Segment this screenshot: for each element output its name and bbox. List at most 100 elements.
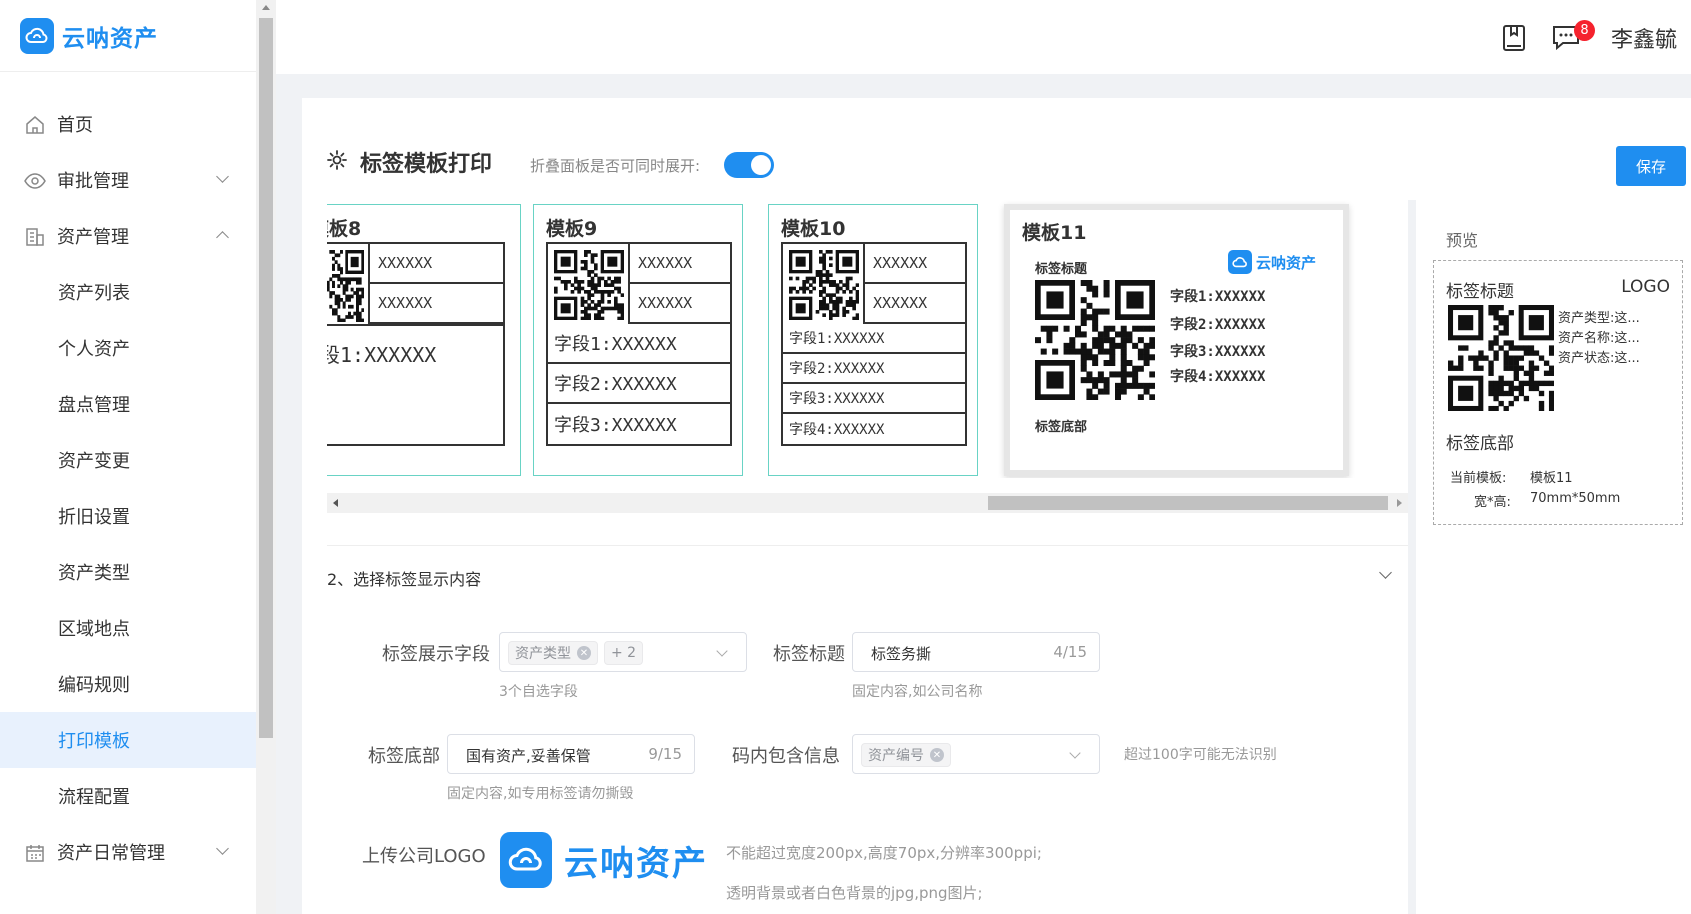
fold-label: 折叠面板是否可同时展开:: [530, 157, 701, 175]
chevron-up-icon: [216, 231, 229, 244]
preview-line: 资产名称:这...: [1558, 331, 1640, 346]
qr-info-select[interactable]: 资产编号 ✕: [852, 734, 1100, 774]
preview-logo: LOGO: [1621, 277, 1670, 297]
template-field: 字段1:XXXXXX: [327, 342, 437, 367]
preview-line: 资产状态:这...: [1558, 351, 1640, 366]
preview-line: 资产类型:这...: [1558, 311, 1640, 326]
section2-title[interactable]: 2、选择标签显示内容: [327, 566, 481, 590]
display-fields-select[interactable]: 资产类型 ✕ + 2: [499, 632, 747, 672]
close-icon[interactable]: ✕: [930, 748, 944, 762]
template-horizontal-scrollbar[interactable]: [327, 493, 1408, 513]
close-icon[interactable]: ✕: [577, 646, 591, 660]
page-title: 标签模板打印: [360, 152, 493, 177]
notification-badge: 8: [1574, 20, 1595, 41]
sidebar-item-label: 资产管理: [57, 227, 129, 248]
app-name: 云呐资产: [62, 25, 158, 52]
template-field: 字段3:XXXXXX: [554, 415, 677, 436]
sidebar-subitem-workflow[interactable]: 流程配置: [0, 768, 256, 824]
template-field: 字段3:XXXXXX: [1170, 344, 1266, 360]
display-fields-label: 标签展示字段: [382, 644, 490, 665]
building-icon: [24, 226, 46, 248]
template-label-bottom: 标签底部: [1035, 420, 1088, 435]
sidebar-item-daily-management[interactable]: 资产日常管理: [0, 824, 256, 880]
display-fields-hint: 3个自选字段: [499, 684, 578, 700]
sidebar-subitem-locations[interactable]: 区域地点: [0, 600, 256, 656]
current-template-value: 模板11: [1530, 471, 1573, 486]
cloud-logo-icon: [500, 832, 552, 888]
template-field: 字段1:XXXXXX: [783, 324, 965, 354]
sidebar-subitem-depreciation[interactable]: 折旧设置: [0, 488, 256, 544]
sidebar-subitem-coding-rules[interactable]: 编码规则: [0, 656, 256, 712]
chevron-down-icon: [716, 645, 728, 657]
template-field: 字段2:XXXXXX: [548, 364, 730, 404]
book-icon[interactable]: [1502, 24, 1526, 56]
template-field: 字段4:XXXXXX: [1170, 369, 1266, 385]
label-title-input[interactable]: 标签务撕 4/15: [852, 632, 1100, 672]
user-name[interactable]: 李鑫毓: [1611, 22, 1677, 54]
qr-code: [554, 250, 624, 320]
template-name: 模板10: [781, 218, 846, 240]
sidebar-subitem-print-templates[interactable]: 打印模板: [0, 712, 256, 768]
sidebar-subitem-inventory[interactable]: 盘点管理: [0, 376, 256, 432]
sidebar-item-label: 首页: [57, 115, 93, 136]
sidebar-subitem-asset-change[interactable]: 资产变更: [0, 432, 256, 488]
sidebar-item-label: 审批管理: [57, 171, 129, 192]
sidebar-item-asset-management[interactable]: 资产管理: [0, 208, 256, 264]
field-tag: 资产编号 ✕: [861, 743, 951, 767]
sidebar-subitem-personal-assets[interactable]: 个人资产: [0, 320, 256, 376]
eye-icon: [24, 170, 46, 192]
sidebar-subitem-asset-list[interactable]: 资产列表: [0, 264, 256, 320]
preview-bottom: 标签底部: [1446, 434, 1514, 454]
home-icon: [24, 114, 46, 136]
template-card-10[interactable]: 模板10 XXXXXX XXXXXX 字段1:XXXXXX 字段2:XXXXXX…: [768, 204, 978, 476]
app-logo[interactable]: 云呐资产: [0, 0, 256, 72]
sidebar-item-approval[interactable]: 审批管理: [0, 152, 256, 208]
template-cell: XXXXXX: [370, 244, 503, 284]
top-header: [276, 0, 1691, 74]
cloud-logo-icon: [1228, 250, 1252, 274]
template-card-8[interactable]: 模板8 XXXXXX XXXXXX 字段1:XXXXXX: [327, 204, 521, 476]
label-bottom-input[interactable]: 国有资产,妥善保管 9/15: [447, 734, 695, 774]
template-field: 字段2:XXXXXX: [783, 354, 965, 384]
label-title-hint: 固定内容,如公司名称: [852, 684, 983, 700]
template-field: 字段1:XXXXXX: [1170, 289, 1266, 305]
template-card-9[interactable]: 模板9 XXXXXX XXXXXX 字段1:XXXXXX 字段2:XXXXXX …: [533, 204, 743, 476]
template-logo: 云呐资产: [1228, 250, 1316, 274]
qr-info-hint: 超过100字可能无法识别: [1124, 747, 1277, 763]
template-name: 模板9: [546, 218, 598, 240]
calendar-icon: [24, 842, 46, 864]
accordion-toggle[interactable]: [724, 152, 774, 178]
chevron-down-icon: [1069, 747, 1081, 759]
sidebar-scrollbar[interactable]: [256, 0, 276, 914]
preview-title: 标签标题: [1446, 282, 1514, 302]
template-cell: XXXXXX: [370, 284, 503, 324]
template-name: 模板8: [327, 218, 362, 240]
template-field: 字段2:XXXXXX: [1170, 317, 1266, 333]
template-cell: XXXXXX: [865, 284, 965, 324]
qr-code: [789, 250, 859, 320]
template-card-11-selected[interactable]: 模板11 标签标题 云呐资产 字段1:XXXXXX 字段2:XXXXXX 字段3…: [1004, 204, 1349, 476]
template-strip: 模板8 XXXXXX XXXXXX 字段1:XXXXXX 模板9 XXXXXX …: [327, 200, 1408, 478]
template-field: 字段3:XXXXXX: [783, 384, 965, 414]
logo-upload-preview[interactable]: 云呐资产: [500, 832, 708, 888]
char-count: 4/15: [1053, 643, 1087, 661]
template-field: 字段1:XXXXXX: [548, 324, 730, 364]
logo-upload-label: 上传公司LOGO: [362, 846, 486, 867]
size-value: 70mm*50mm: [1530, 491, 1621, 506]
size-label: 宽*高:: [1474, 495, 1511, 510]
preview-box: 标签标题 LOGO 资产类型:这... 资产名称:这... 资产状态:这... …: [1433, 260, 1683, 525]
template-name: 模板11: [1022, 222, 1087, 244]
sidebar-subitem-asset-types[interactable]: 资产类型: [0, 544, 256, 600]
char-count: 9/15: [648, 745, 682, 763]
current-template-label: 当前模板:: [1450, 471, 1507, 486]
template-cell: XXXXXX: [865, 244, 965, 284]
label-bottom-hint: 固定内容,如专用标签请勿撕毁: [447, 786, 634, 802]
logo-hint-size: 不能超过宽度200px,高度70px,分辨率300ppi;: [726, 844, 1042, 862]
save-button[interactable]: 保存: [1616, 146, 1686, 186]
chevron-down-icon: [216, 170, 229, 183]
sidebar-item-label: 资产日常管理: [57, 843, 165, 864]
gear-icon: [326, 149, 348, 175]
sidebar-item-home[interactable]: 首页: [0, 96, 256, 152]
qr-code: [1448, 305, 1554, 411]
chevron-down-icon: [216, 842, 229, 855]
